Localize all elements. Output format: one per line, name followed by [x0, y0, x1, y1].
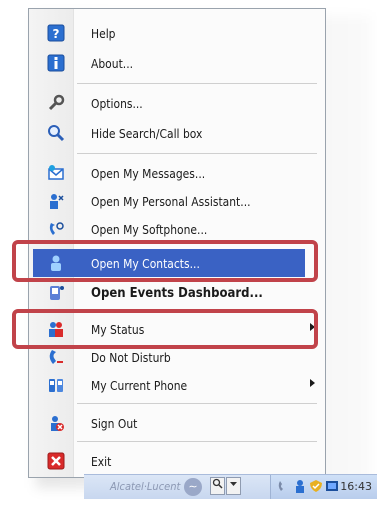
menu-item-label: Exit [91, 454, 112, 469]
highlight-frame-my-status [12, 309, 318, 349]
svg-text:?: ? [53, 27, 60, 41]
personal-assistant-icon [47, 192, 65, 210]
events-dashboard-icon [47, 284, 65, 302]
menu-item-label: Open My Softphone... [91, 222, 208, 237]
messages-icon [47, 164, 65, 182]
menu-item-open-events-dashboard[interactable]: Open Events Dashboard... [29, 279, 325, 307]
menu-item-label: Open Events Dashboard... [91, 286, 263, 301]
menu-item-label: Hide Search/Call box [91, 126, 203, 141]
menu-separator [77, 441, 317, 442]
taskbar: Alcatel·Lucent ∼ 16:43 [84, 474, 377, 499]
menu-separator [77, 83, 317, 84]
tray-user-icon[interactable] [293, 479, 307, 493]
tray-network-icon[interactable] [325, 479, 339, 493]
system-tray: 16:43 [270, 475, 377, 499]
menu-item-label: Open My Messages... [91, 166, 206, 181]
menu-item-label: About... [91, 56, 134, 71]
menu-item-open-personal-assistant[interactable]: Open My Personal Assistant... [29, 187, 325, 215]
menu-item-exit[interactable]: Exit [29, 447, 325, 475]
menu-item-label: Options... [91, 96, 143, 111]
phone-icon [47, 376, 65, 394]
menu-item-label: My Current Phone [91, 378, 188, 393]
menu-item-help[interactable]: ? Help [29, 19, 325, 47]
exit-icon [47, 452, 65, 470]
search-button[interactable] [210, 477, 225, 495]
menu-item-label: Sign Out [91, 416, 138, 431]
menu-item-label: Open My Personal Assistant... [91, 194, 251, 209]
menu-item-open-softphone[interactable]: Open My Softphone... [29, 215, 325, 243]
menu-item-my-current-phone[interactable]: My Current Phone [29, 371, 325, 399]
menu-item-label: Help [91, 26, 116, 41]
alcatel-logo-icon: ∼ [184, 478, 202, 496]
tray-phone-icon[interactable] [277, 479, 291, 493]
tray-security-icon[interactable] [309, 479, 323, 493]
menu-item-hide-search[interactable]: Hide Search/Call box [29, 119, 325, 147]
menu-separator [77, 153, 317, 154]
magnifier-icon [47, 124, 65, 142]
search-dropdown-button[interactable] [226, 477, 241, 495]
menu-separator [77, 403, 317, 404]
menu-item-label: Do Not Disturb [91, 350, 171, 365]
menu-item-options[interactable]: Options... [29, 89, 325, 117]
highlight-frame-contacts [12, 240, 318, 282]
submenu-arrow-icon [310, 379, 315, 387]
menu-item-open-messages[interactable]: Open My Messages... [29, 159, 325, 187]
do-not-disturb-icon [47, 348, 65, 366]
brand-label: Alcatel·Lucent [110, 480, 181, 493]
sign-out-icon [47, 414, 65, 432]
menu-item-about[interactable]: About... [29, 49, 325, 77]
softphone-icon [47, 220, 65, 238]
clock: 16:43 [340, 480, 372, 493]
help-icon: ? [47, 24, 65, 42]
wrench-icon [47, 94, 65, 112]
menu-item-sign-out[interactable]: Sign Out [29, 409, 325, 437]
info-icon [47, 54, 65, 72]
